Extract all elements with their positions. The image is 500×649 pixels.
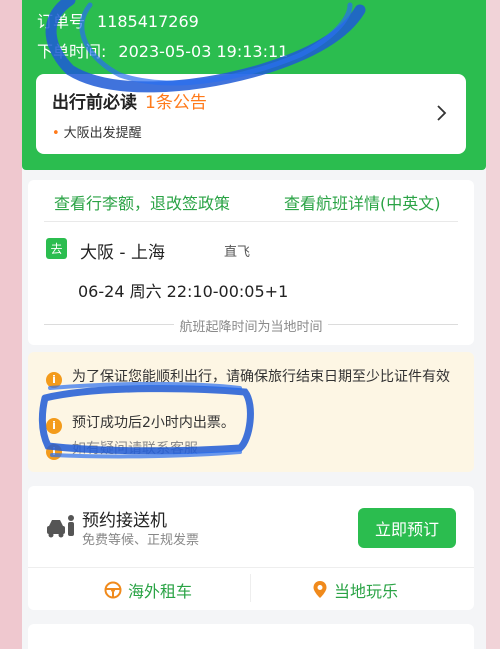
notice-title: 出行前必读 1条公告: [52, 88, 207, 113]
warning-text: 如有疑问请联系客服: [72, 441, 198, 457]
car-rental-label: 海外租车: [128, 582, 193, 601]
warning-item: i 如有疑问请联系客服: [46, 438, 198, 460]
info-icon: i: [46, 418, 62, 434]
notice-title-text: 出行前必读: [52, 93, 137, 113]
direction-tag: 去: [46, 238, 67, 259]
flight-time: 06-24 周六 22:10-00:05+1: [78, 282, 289, 301]
notice-item: • 大阪出发提醒: [52, 122, 142, 141]
steering-wheel-icon: [104, 581, 122, 599]
warning-text: 为了保证您能顺利出行，请确保旅行结束日期至少比证件有效: [72, 369, 450, 385]
app-screen: 订单号 1185417269 下单时间: 2023-05-03 19:13:11 出…: [22, 0, 486, 649]
order-header: 订单号 1185417269 下单时间: 2023-05-03 19:13:11 出…: [22, 0, 486, 170]
next-card: [28, 624, 474, 649]
divider: [28, 567, 474, 568]
info-icon: i: [46, 444, 62, 460]
order-time-row: 下单时间: 2023-05-03 19:13:11: [37, 38, 288, 62]
notice-count: 1条公告: [145, 93, 207, 113]
flight-details-link[interactable]: 查看航班详情(中英文): [284, 190, 441, 214]
notice-item-text: 大阪出发提醒: [63, 126, 142, 141]
travel-notice-card[interactable]: 出行前必读 1条公告 • 大阪出发提醒: [36, 74, 466, 154]
chevron-right-icon: [437, 105, 447, 121]
order-number-value: 1185417269: [97, 12, 199, 31]
transfer-title: 预约接送机: [82, 511, 167, 531]
car-rental-button[interactable]: 海外租车: [104, 578, 192, 602]
warning-item: i 为了保证您能顺利出行，请确保旅行结束日期至少比证件有效: [46, 366, 450, 388]
luggage-policy-link[interactable]: 查看行李额，退改签政策: [54, 190, 230, 214]
location-pin-icon: [313, 581, 327, 598]
order-number-label: 订单号: [37, 12, 86, 31]
warning-item: i 预订成功后2小时内出票。: [46, 412, 235, 434]
airport-transfer-card: 预约接送机 免费等候、正规发票 立即预订 海外租车 当地玩乐: [28, 486, 474, 610]
warnings-card: i 为了保证您能顺利出行，请确保旅行结束日期至少比证件有效 i 预订成功后2小时内出…: [28, 352, 474, 472]
order-time-value: 2023-05-03 19:13:11: [118, 42, 289, 61]
order-number-row: 订单号 1185417269: [37, 8, 199, 32]
divider: [44, 221, 458, 222]
local-time-note: 航班起降时间为当地时间: [44, 316, 458, 335]
bullet-dot-icon: •: [52, 126, 60, 141]
transfer-subtitle: 免费等候、正规发票: [82, 533, 200, 548]
order-time-label: 下单时间:: [37, 42, 107, 61]
flight-route: 大阪 - 上海: [80, 243, 165, 263]
book-now-button[interactable]: 立即预订: [358, 508, 456, 548]
vertical-divider: [250, 574, 251, 602]
background-left: [0, 0, 22, 649]
info-icon: i: [46, 372, 62, 388]
flight-card: 查看行李额，退改签政策 查看航班详情(中英文) 去 大阪 - 上海 直飞 06-…: [28, 180, 474, 345]
local-fun-label: 当地玩乐: [334, 582, 399, 601]
local-time-note-text: 航班起降时间为当地时间: [179, 320, 323, 335]
car-person-icon: [47, 515, 74, 538]
local-fun-button[interactable]: 当地玩乐: [312, 578, 398, 602]
warning-text: 预订成功后2小时内出票。: [72, 415, 235, 431]
direct-flight-label: 直飞: [224, 245, 251, 260]
